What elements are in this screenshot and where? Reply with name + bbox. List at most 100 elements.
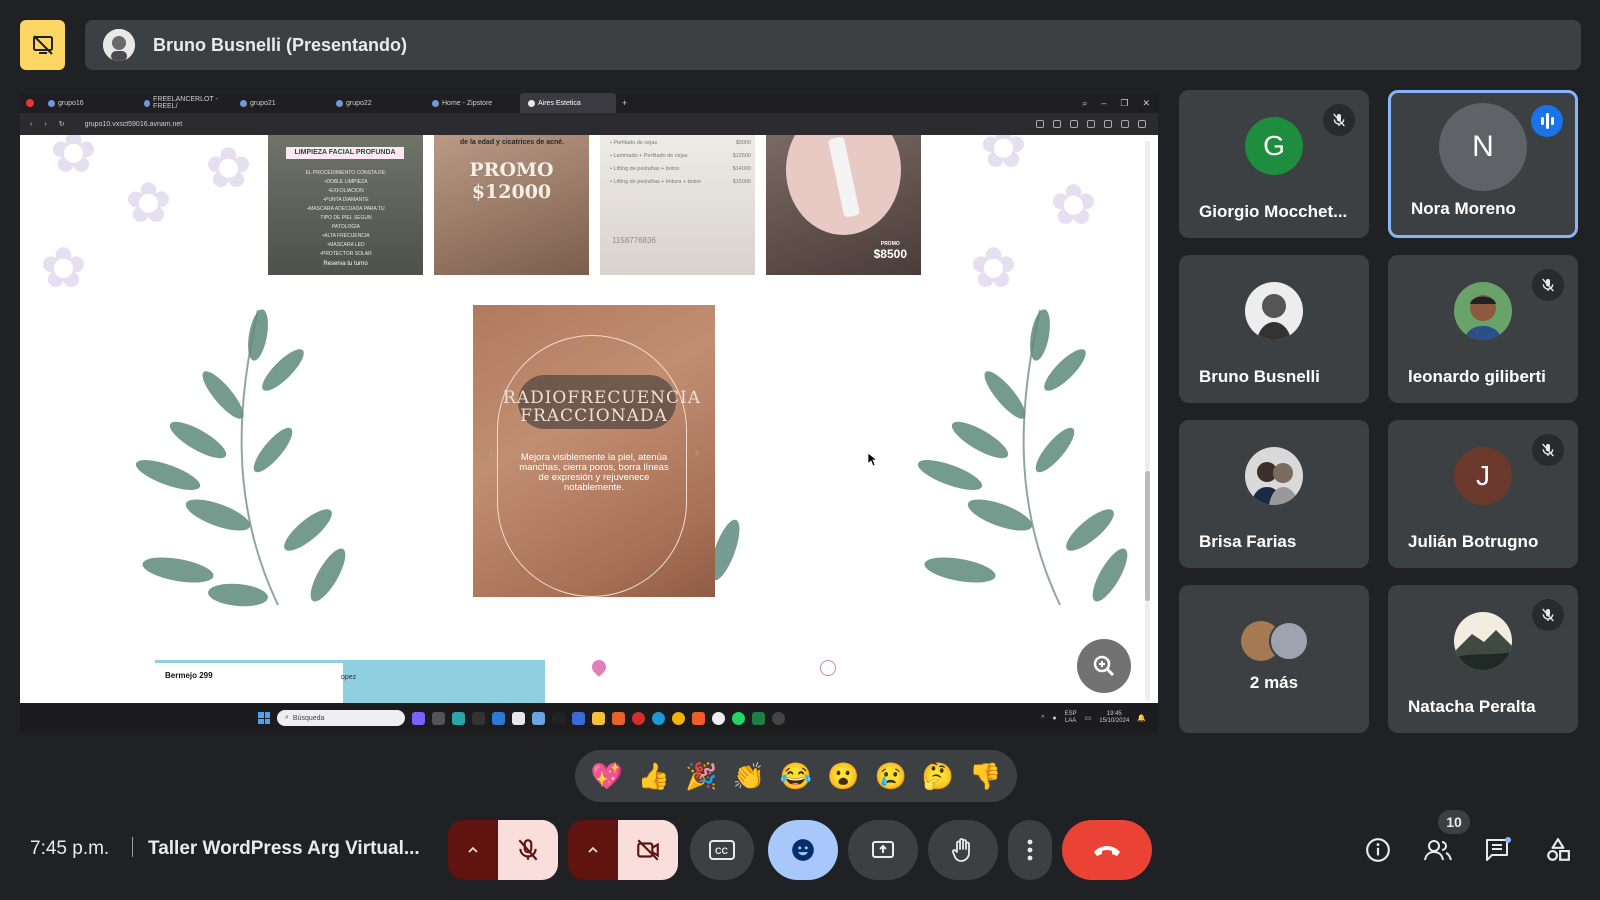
promo-card-pestanas[interactable]: PROMO $8500 bbox=[766, 135, 921, 275]
minimize-icon[interactable]: – bbox=[1101, 98, 1106, 109]
terminal-icon[interactable] bbox=[552, 711, 565, 725]
reaction-sad[interactable]: 😢 bbox=[874, 763, 906, 789]
browser-tab[interactable]: grupo21 bbox=[232, 93, 328, 113]
taskbar-search[interactable]: ⌕ Búsqueda bbox=[277, 710, 405, 726]
participant-tile[interactable]: leonardo giliberti bbox=[1388, 255, 1578, 403]
extension-icon[interactable] bbox=[1053, 120, 1061, 128]
reaction-clap[interactable]: 👏 bbox=[732, 763, 764, 789]
reload-icon[interactable]: ↻ bbox=[59, 120, 65, 128]
participant-tile[interactable]: G Giorgio Mocchet... bbox=[1179, 90, 1369, 238]
reaction-party[interactable]: 🎉 bbox=[685, 763, 717, 789]
copilot-icon[interactable] bbox=[412, 711, 425, 725]
chevron-left-icon[interactable]: ‹ bbox=[489, 445, 493, 459]
meeting-title[interactable]: Taller WordPress Arg Virtual... bbox=[148, 838, 420, 860]
meeting-details-button[interactable] bbox=[1360, 832, 1396, 868]
browser-tab-active[interactable]: Aires Estetica bbox=[520, 93, 616, 113]
firefox-icon[interactable] bbox=[612, 711, 625, 725]
featured-treatment-card[interactable]: RADIOFRECUENCIA FRACCIONADA Mejora visib… bbox=[473, 305, 715, 597]
chevron-right-icon[interactable]: › bbox=[695, 445, 699, 459]
page-scrollbar[interactable] bbox=[1145, 141, 1150, 701]
reaction-laugh[interactable]: 😂 bbox=[780, 763, 812, 789]
more-participants-tile[interactable]: 2 más bbox=[1179, 585, 1369, 733]
app-icon[interactable] bbox=[532, 711, 545, 725]
folder-icon[interactable] bbox=[592, 711, 605, 725]
app-icon[interactable] bbox=[772, 711, 785, 725]
extension-icon[interactable] bbox=[1104, 120, 1112, 128]
opera-icon[interactable] bbox=[632, 711, 645, 725]
windows-start-icon[interactable] bbox=[258, 712, 270, 724]
restore-icon[interactable]: ❐ bbox=[1120, 98, 1128, 109]
more-options-button[interactable] bbox=[1008, 820, 1052, 880]
raise-hand-button[interactable] bbox=[928, 820, 998, 880]
extension-icon[interactable] bbox=[1138, 120, 1146, 128]
edge-icon[interactable] bbox=[652, 711, 665, 725]
map-embed[interactable]: Bermejo 299 opez bbox=[155, 660, 545, 703]
reaction-thumbs-down[interactable]: 👎 bbox=[969, 763, 1001, 789]
app-icon[interactable] bbox=[492, 711, 505, 725]
chrome-icon[interactable] bbox=[672, 711, 685, 725]
zoom-in-button[interactable] bbox=[1077, 639, 1131, 693]
reactions-button[interactable] bbox=[768, 820, 838, 880]
app-icon[interactable] bbox=[712, 711, 725, 725]
participant-tile-speaking[interactable]: N Nora Moreno bbox=[1388, 90, 1578, 238]
info-icon bbox=[1366, 838, 1390, 862]
url-field[interactable]: grupo10.vxsct59016.avnam.net bbox=[85, 121, 183, 128]
promo-card-acne[interactable]: de la edad y cicatrices de acné. PROMO $… bbox=[434, 135, 589, 275]
scrollbar-thumb[interactable] bbox=[1145, 471, 1150, 601]
chevron-up-icon[interactable]: ^ bbox=[1041, 715, 1044, 722]
promo-card-cejas[interactable]: • Perfilado de cejas $9000 • Laminado + P… bbox=[600, 135, 755, 275]
browser-tab[interactable]: Home - Zipstore bbox=[424, 93, 520, 113]
app-icon[interactable] bbox=[452, 711, 465, 725]
stop-presenting-button[interactable] bbox=[20, 20, 65, 70]
brave-icon[interactable] bbox=[692, 711, 705, 725]
mic-off-icon bbox=[518, 839, 538, 861]
lang-code: ESP bbox=[1064, 711, 1077, 717]
new-tab-icon[interactable]: + bbox=[622, 98, 627, 108]
app-icon[interactable] bbox=[472, 711, 485, 725]
system-clock[interactable]: 19:45 15/10/2024 bbox=[1099, 711, 1129, 725]
browser-tab[interactable]: grupo16 bbox=[40, 93, 136, 113]
whatsapp-icon[interactable] bbox=[732, 711, 745, 725]
participant-tile[interactable]: Brisa Farias bbox=[1179, 420, 1369, 568]
language-indicator[interactable]: ESP LAA bbox=[1065, 711, 1077, 725]
video-options-button[interactable] bbox=[568, 820, 618, 880]
excel-icon[interactable] bbox=[752, 711, 765, 725]
participant-tile[interactable]: J Julián Botrugno bbox=[1388, 420, 1578, 568]
reaction-surprised[interactable]: 😮 bbox=[827, 763, 859, 789]
notification-bell-icon[interactable]: 🔔 bbox=[1137, 714, 1146, 722]
participant-tile[interactable]: Natacha Peralta bbox=[1388, 585, 1578, 733]
microphone-toggle-button[interactable] bbox=[498, 820, 558, 880]
closed-captions-icon: CC bbox=[709, 840, 735, 860]
chat-button[interactable] bbox=[1478, 832, 1518, 868]
reaction-heart[interactable]: 💖 bbox=[590, 763, 622, 789]
camera-toggle-button[interactable] bbox=[618, 820, 678, 880]
search-tabs-icon[interactable]: ⌕ bbox=[1082, 98, 1087, 109]
activities-button[interactable] bbox=[1538, 832, 1578, 868]
back-icon[interactable]: ‹ bbox=[30, 121, 32, 128]
close-icon[interactable]: ✕ bbox=[1142, 98, 1150, 109]
whatsapp-icon[interactable] bbox=[820, 660, 836, 676]
captions-button[interactable]: CC bbox=[690, 820, 754, 880]
present-screen-button[interactable] bbox=[848, 820, 918, 880]
reaction-thinking[interactable]: 🤔 bbox=[922, 763, 954, 789]
flower-decoration-icon: ✿ bbox=[205, 136, 252, 199]
network-icon[interactable]: ▭ bbox=[1085, 714, 1092, 722]
participant-tile[interactable]: Bruno Busnelli bbox=[1179, 255, 1369, 403]
extension-icon[interactable] bbox=[1036, 120, 1044, 128]
reaction-thumbs-up[interactable]: 👍 bbox=[638, 763, 670, 789]
promo-card-limpieza[interactable]: LIMPIEZA FACIAL PROFUNDA EL PROCEDIMIENT… bbox=[268, 135, 423, 275]
maps-icon[interactable] bbox=[512, 711, 525, 725]
extension-icon[interactable] bbox=[1087, 120, 1095, 128]
browser-tab[interactable]: grupo22 bbox=[328, 93, 424, 113]
people-button[interactable] bbox=[1418, 832, 1458, 868]
audio-options-button[interactable] bbox=[448, 820, 498, 880]
extension-icon[interactable] bbox=[1070, 120, 1078, 128]
promo-card-price: PROMO $12000 bbox=[434, 159, 589, 203]
extension-icon[interactable] bbox=[1121, 120, 1129, 128]
app-icon[interactable] bbox=[432, 711, 445, 725]
leave-call-button[interactable] bbox=[1062, 820, 1152, 880]
microphone-icon[interactable]: ● bbox=[1052, 715, 1056, 722]
forward-icon[interactable]: › bbox=[44, 121, 46, 128]
browser-tab[interactable]: FREELANCERLOT - FREEL/ bbox=[136, 93, 232, 113]
app-icon[interactable] bbox=[572, 711, 585, 725]
